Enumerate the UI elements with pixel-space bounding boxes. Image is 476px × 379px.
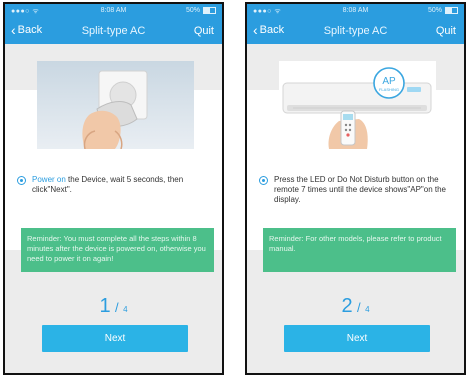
step-separator: / <box>357 300 361 315</box>
ac-remote-illustration: AP FLASHING <box>279 61 436 149</box>
phone-screen-step-1: ●●●○ ᯤ 8:08 AM 50% ‹ Back Split-type AC … <box>3 2 224 375</box>
step-indicator: 2 / 4 <box>247 295 464 318</box>
step-total: 4 <box>365 305 370 314</box>
quit-button[interactable]: Quit <box>194 25 214 37</box>
battery-status: 50% <box>186 7 216 14</box>
step-indicator: 1 / 4 <box>5 295 222 318</box>
step-total: 4 <box>123 305 128 314</box>
reminder-box: Reminder: For other models, please refer… <box>263 228 456 272</box>
step-current: 2 <box>341 295 353 317</box>
page-title: Split-type AC <box>323 25 388 37</box>
ap-display-label: AP <box>382 76 396 87</box>
next-button[interactable]: Next <box>42 325 188 352</box>
status-bar: ●●●○ ᯤ 8:08 AM 50% <box>247 4 464 18</box>
nav-bar: ‹ Back Split-type AC Quit <box>5 18 222 44</box>
instruction-body: Press the LED or Do Not Disturb button o… <box>274 175 446 204</box>
power-plug-illustration <box>37 61 194 149</box>
next-button[interactable]: Next <box>284 325 430 352</box>
battery-icon <box>203 7 216 14</box>
radio-bullet-icon <box>17 176 26 185</box>
nav-bar: ‹ Back Split-type AC Quit <box>247 18 464 44</box>
instruction-text: Press the LED or Do Not Disturb button o… <box>259 175 457 205</box>
battery-status: 50% <box>428 7 458 14</box>
instruction-text: Power on the Device, wait 5 seconds, the… <box>17 175 215 195</box>
battery-percent: 50% <box>185 7 200 14</box>
battery-percent: 50% <box>427 7 442 14</box>
step-current: 1 <box>99 295 111 317</box>
quit-button[interactable]: Quit <box>436 25 456 37</box>
instruction-highlight: Power on <box>32 175 66 184</box>
page-title: Split-type AC <box>81 25 146 37</box>
step-separator: / <box>115 300 119 315</box>
flashing-display-label: FLASHING <box>379 87 399 92</box>
status-bar: ●●●○ ᯤ 8:08 AM 50% <box>5 4 222 18</box>
radio-bullet-icon <box>259 176 268 185</box>
reminder-box: Reminder: You must complete all the step… <box>21 228 214 272</box>
phone-screen-step-2: ●●●○ ᯤ 8:08 AM 50% ‹ Back Split-type AC … <box>245 2 466 375</box>
battery-icon <box>445 7 458 14</box>
